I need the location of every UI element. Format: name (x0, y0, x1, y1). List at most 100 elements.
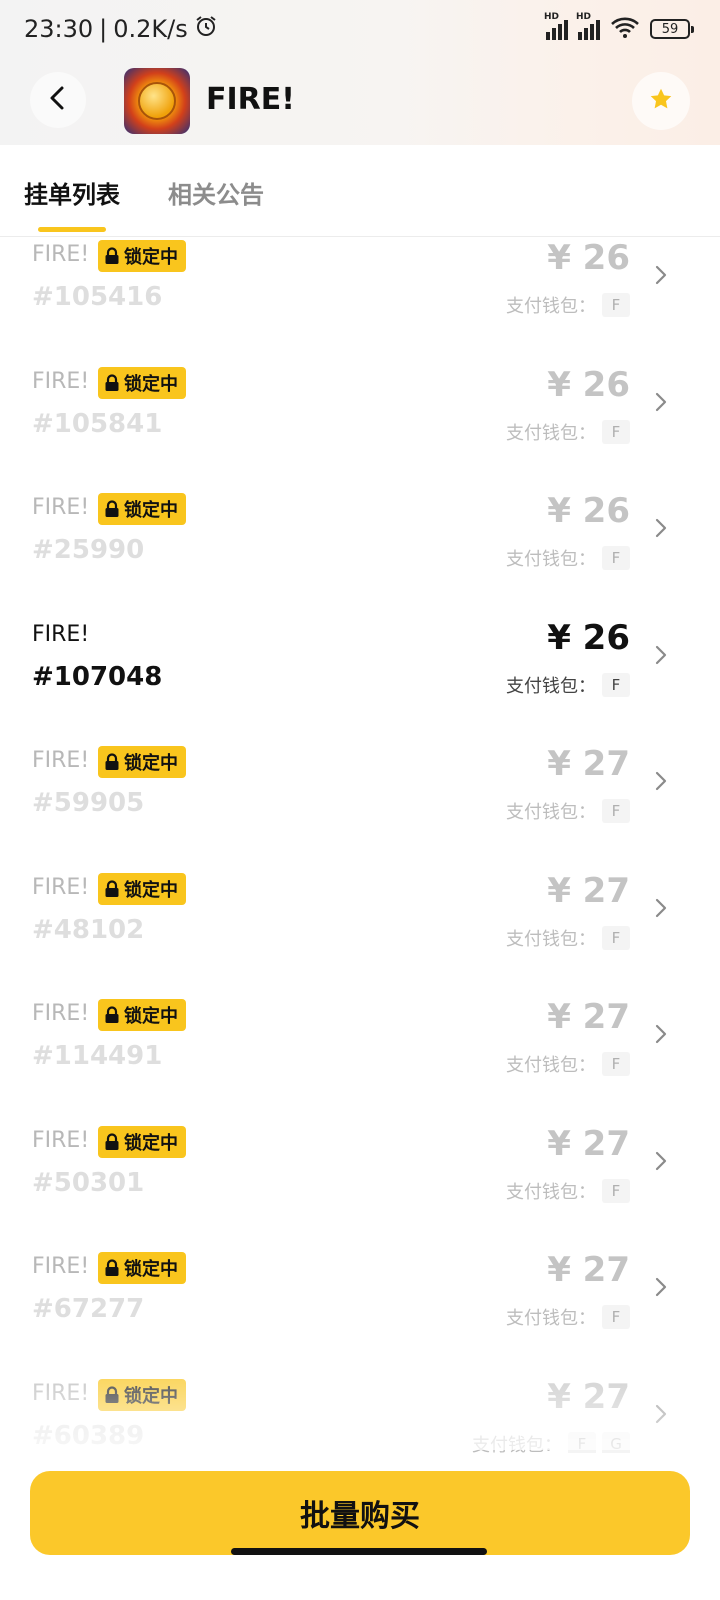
tab-bar: 挂单列表 相关公告 (0, 145, 720, 237)
status-time: 23:30 (24, 15, 94, 43)
page-title: FIRE! (206, 82, 295, 117)
lock-badge: 锁定中 (98, 1125, 186, 1158)
listing-price: ¥ 27 (547, 997, 630, 1037)
lock-badge: 锁定中 (98, 493, 186, 525)
batch-buy-button[interactable]: 批量购买 (30, 1471, 690, 1555)
wallet-label: 支付钱包： (506, 549, 596, 570)
lock-icon (104, 1385, 120, 1404)
listing-code: #48102 (32, 914, 145, 945)
chevron-right-icon (654, 644, 668, 670)
listing-name: FIRE! (32, 621, 90, 647)
lock-badge: 锁定中 (98, 999, 186, 1031)
lock-badge-label: 锁定中 (124, 753, 178, 774)
tab-listings[interactable]: 挂单列表 (24, 175, 120, 210)
listing-row[interactable]: FIRE! 锁定中 #59905 ¥ 27 支付钱包： F (0, 744, 720, 871)
signal-hd-label: HD (576, 12, 592, 22)
wallet-tag: F (602, 1305, 630, 1329)
wallet-info: 支付钱包： F (506, 1304, 630, 1330)
wallet-tag: F (602, 799, 630, 823)
favorite-button[interactable] (632, 72, 690, 130)
listing-name: FIRE! (32, 748, 90, 773)
tab-announcements[interactable]: 相关公告 (168, 175, 264, 210)
wallet-label: 支付钱包： (506, 1181, 596, 1203)
listing-price: ¥ 26 (547, 238, 630, 278)
signal-icon: HD (576, 12, 600, 40)
listing-code: #114491 (32, 1041, 163, 1071)
listing-row[interactable]: FIRE! 锁定中 #105416 ¥ 26 支付钱包： F (0, 238, 720, 365)
back-arrow-icon (47, 85, 69, 115)
listing-code: #50301 (32, 1167, 145, 1198)
listing-name: FIRE! (32, 495, 90, 520)
status-right: HD HD 59 (544, 12, 694, 42)
listing-code: #67277 (32, 1294, 145, 1324)
lock-icon (104, 1132, 120, 1151)
listing-list: FIRE! 锁定中 #105416 ¥ 26 支付钱包： F FIRE! 锁定中… (0, 238, 720, 1453)
chevron-right-icon (654, 264, 668, 290)
wallet-label: 支付钱包： (506, 422, 596, 444)
listing-name: FIRE! (32, 1254, 90, 1279)
chevron-right-icon (654, 1023, 668, 1049)
wifi-icon (610, 16, 640, 42)
tab-active-indicator (38, 227, 106, 232)
listing-row[interactable]: FIRE! 锁定中 #60389 ¥ 27 支付钱包： FG (0, 1377, 720, 1453)
app-header: FIRE! (0, 62, 720, 142)
wallet-tag: F (602, 293, 630, 317)
listing-name: FIRE! (32, 1001, 90, 1026)
lock-badge: 锁定中 (98, 1378, 186, 1411)
chevron-right-icon (654, 517, 668, 543)
lock-icon (104, 247, 120, 265)
wallet-tag: F (602, 1052, 630, 1076)
lock-badge-label: 锁定中 (124, 500, 178, 521)
wallet-label: 支付钱包： (506, 296, 596, 317)
signal-hd-label: HD (544, 12, 560, 22)
chevron-right-icon (654, 1403, 668, 1429)
bottom-bar: 批量购买 (0, 1453, 720, 1600)
wallet-tag: F (602, 672, 630, 697)
chevron-right-icon (654, 391, 668, 417)
listing-code: #105416 (32, 282, 163, 312)
wallet-tag: F (602, 546, 630, 570)
chevron-right-icon (654, 770, 668, 796)
wallet-tag: F (602, 925, 630, 950)
lock-icon (104, 753, 120, 771)
wallet-info: 支付钱包： F (506, 419, 630, 445)
lock-icon (104, 500, 120, 518)
listing-code: #25990 (32, 535, 145, 565)
alarm-icon (194, 14, 218, 44)
listing-row[interactable]: FIRE! 锁定中 #50301 ¥ 27 支付钱包： F (0, 1124, 720, 1251)
listing-name: FIRE! (32, 242, 90, 267)
listing-name: FIRE! (32, 1127, 90, 1153)
lock-badge: 锁定中 (98, 1252, 186, 1284)
listing-row[interactable]: FIRE! 锁定中 #25990 ¥ 26 支付钱包： F (0, 491, 720, 618)
wallet-label: 支付钱包： (506, 1055, 596, 1076)
listing-row[interactable]: FIRE! #107048 ¥ 26 支付钱包： F (0, 618, 720, 745)
listing-name: FIRE! (32, 874, 90, 900)
home-indicator[interactable] (231, 1548, 487, 1555)
listing-code: #105841 (32, 408, 163, 439)
coin-graphic (138, 82, 176, 120)
back-button[interactable] (30, 72, 86, 128)
listing-code: #107048 (32, 661, 163, 692)
lock-badge-label: 锁定中 (124, 1132, 178, 1154)
status-net-speed: 0.2K/s (113, 15, 188, 43)
listing-row[interactable]: FIRE! 锁定中 #48102 ¥ 27 支付钱包： F (0, 871, 720, 998)
lock-badge: 锁定中 (98, 872, 186, 905)
lock-badge: 锁定中 (98, 240, 186, 272)
lock-badge-label: 锁定中 (124, 373, 178, 395)
wallet-info: 支付钱包： FG (472, 1431, 630, 1453)
chevron-right-icon (654, 897, 668, 923)
listing-row[interactable]: FIRE! 锁定中 #105841 ¥ 26 支付钱包： F (0, 365, 720, 492)
battery-level: 59 (661, 21, 679, 37)
listing-name: FIRE! (32, 368, 90, 394)
status-left: 23:30 | 0.2K/s (24, 14, 218, 44)
wallet-info: 支付钱包： F (506, 925, 630, 951)
wallet-tag: F (602, 419, 630, 444)
listing-code: #60389 (32, 1420, 145, 1451)
wallet-info: 支付钱包： F (506, 1178, 630, 1204)
lock-icon (104, 1006, 120, 1024)
app-logo-icon (124, 68, 190, 134)
listing-row[interactable]: FIRE! 锁定中 #114491 ¥ 27 支付钱包： F (0, 997, 720, 1124)
wallet-info: 支付钱包： F (506, 1051, 630, 1077)
wallet-label: 支付钱包： (506, 928, 596, 950)
listing-row[interactable]: FIRE! 锁定中 #67277 ¥ 27 支付钱包： F (0, 1250, 720, 1377)
